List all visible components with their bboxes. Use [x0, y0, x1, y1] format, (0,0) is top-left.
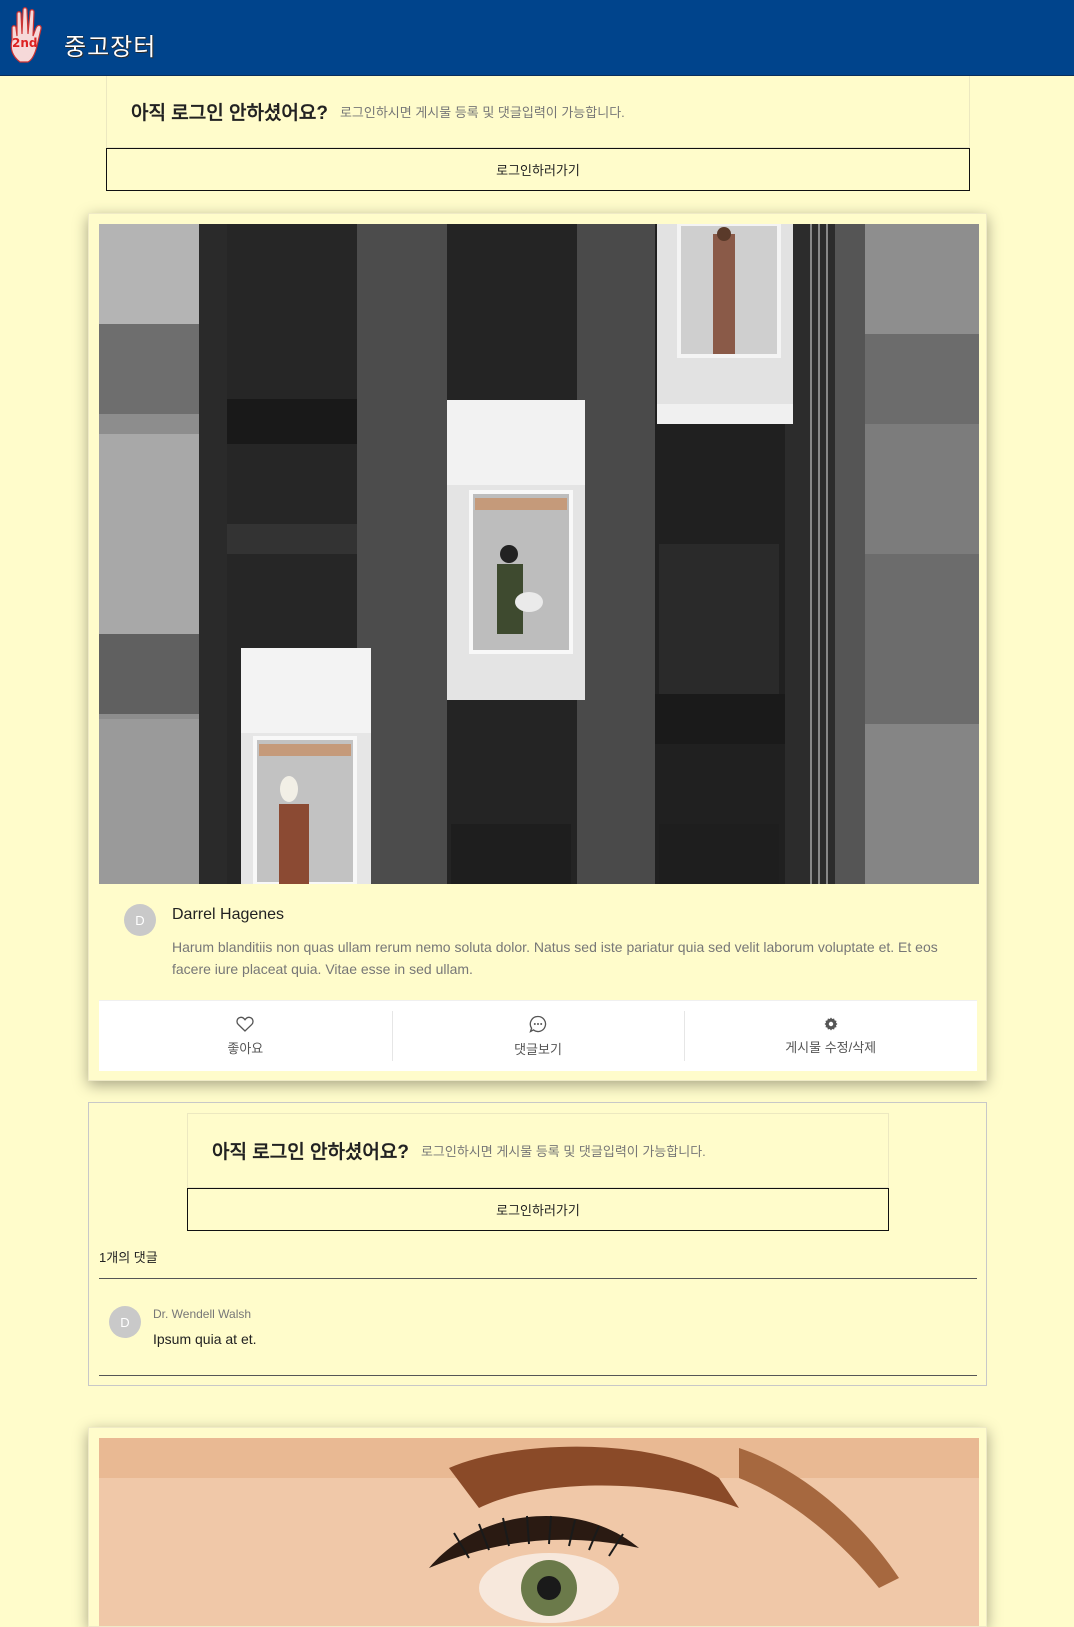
edit-label: 게시물 수정/삭제 [785, 1039, 877, 1055]
comments-label: 댓글보기 [514, 1041, 562, 1057]
comment-section: 아직 로그인 안하셨어요? 로그인하시면 게시물 등록 및 댓글입력이 가능합니… [88, 1102, 987, 1386]
login-prompt-comments: 아직 로그인 안하셨어요? 로그인하시면 게시물 등록 및 댓글입력이 가능합니… [187, 1113, 889, 1231]
comment-count: 1개의 댓글 [99, 1250, 158, 1265]
divider [99, 1278, 977, 1279]
post-actions: 좋아요 댓글보기 게시물 수정/삭제 [99, 1000, 977, 1071]
svg-text:2nd: 2nd [12, 36, 37, 50]
post-card: D Darrel Hagenes Harum blanditiis non qu… [88, 213, 987, 1081]
go-login-button[interactable]: 로그인하러가기 [106, 148, 970, 191]
login-subtitle: 로그인하시면 게시물 등록 및 댓글입력이 가능합니다. [420, 1144, 706, 1159]
view-comments-button[interactable]: 댓글보기 [391, 1001, 685, 1071]
login-title: 아직 로그인 안하셨어요? [131, 103, 328, 124]
edit-post-button[interactable]: 게시물 수정/삭제 [684, 1001, 977, 1071]
login-notice: 아직 로그인 안하셨어요? 로그인하시면 게시물 등록 및 댓글입력이 가능합니… [187, 1113, 889, 1188]
login-notice: 아직 로그인 안하셨어요? 로그인하시면 게시물 등록 및 댓글입력이 가능합니… [106, 76, 970, 148]
post-author: Darrel Hagenes [172, 906, 285, 923]
divider [99, 1375, 977, 1376]
post-card [88, 1427, 987, 1627]
login-subtitle: 로그인하시면 게시물 등록 및 댓글입력이 가능합니다. [339, 105, 625, 120]
like-button[interactable]: 좋아요 [99, 1001, 392, 1071]
post-body: Harum blanditiis non quas ullam rerum ne… [172, 939, 938, 977]
login-prompt-top: 아직 로그인 안하셨어요? 로그인하시면 게시물 등록 및 댓글입력이 가능합니… [106, 76, 970, 191]
comment-author: Dr. Wendell Walsh [153, 1307, 252, 1321]
post-image[interactable] [99, 224, 979, 884]
heart-icon [236, 1016, 254, 1032]
chat-bubble-icon [529, 1015, 547, 1033]
brand-title[interactable]: 중고장터 [64, 27, 156, 62]
comment-text: Ipsum quia at et. [153, 1331, 257, 1347]
hand-logo-icon[interactable]: 2nd [6, 6, 54, 64]
avatar: D [124, 904, 156, 936]
login-title: 아직 로그인 안하셨어요? [212, 1142, 409, 1163]
post-image[interactable] [99, 1438, 979, 1627]
top-header: 2nd 중고장터 [0, 0, 1074, 76]
go-login-button[interactable]: 로그인하러가기 [187, 1188, 889, 1231]
avatar: D [109, 1306, 141, 1338]
gear-icon [824, 1017, 838, 1030]
like-label: 좋아요 [227, 1040, 264, 1056]
